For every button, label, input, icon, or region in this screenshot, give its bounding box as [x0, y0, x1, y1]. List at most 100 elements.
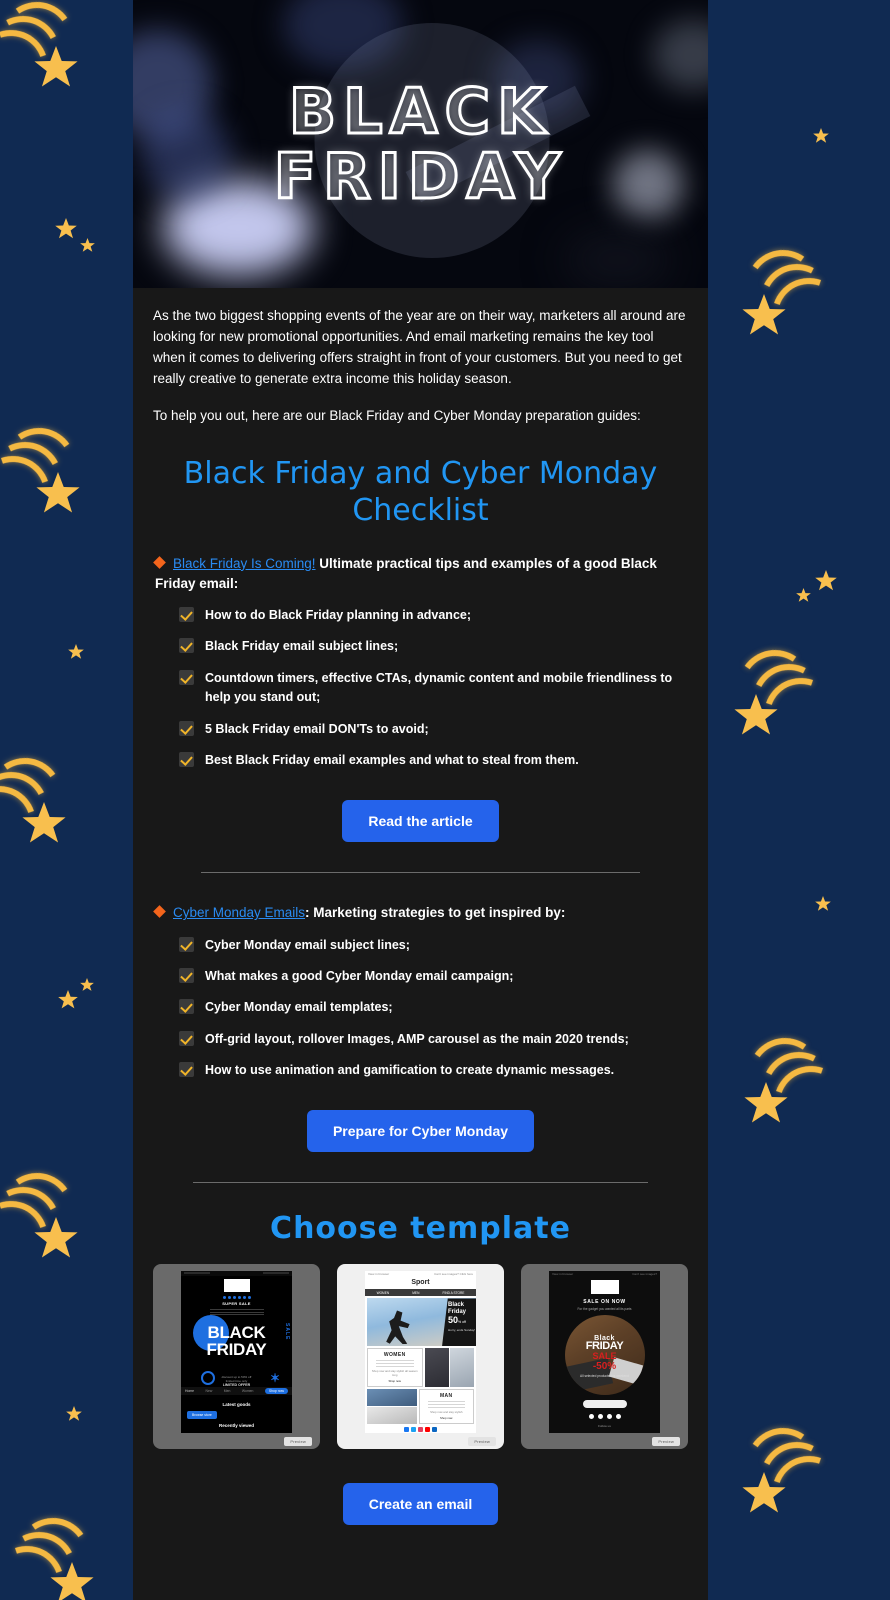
section-cyber-monday: Cyber Monday Emails: Marketing strategie… [153, 903, 688, 1153]
section-link[interactable]: Cyber Monday Emails [173, 905, 305, 920]
hero-title-line2: FRIDAY [272, 140, 568, 213]
cta-row: Create an email [153, 1483, 688, 1526]
template-card-black-friday-dark[interactable]: SUPER SALE SALE BLACK FRIDAY ✶ discount … [153, 1264, 320, 1450]
template-block-title: WOMEN [383, 1352, 406, 1359]
email-body: BLACK FRIDAY As the two biggest shopping… [133, 0, 708, 1600]
hero-title-line1: BLACK [287, 74, 553, 148]
template-badge-percent-suffix: % off [458, 1320, 466, 1325]
section-link[interactable]: Black Friday Is Coming! [173, 556, 316, 571]
template-sub: SUPER SALE [222, 1301, 251, 1307]
template-chip[interactable]: Preview [652, 1436, 680, 1446]
template-preview-image: View in browser Can't see images? SALE ON… [549, 1271, 660, 1434]
shooting-star-icon [0, 0, 82, 117]
star-icon [55, 218, 77, 239]
intro-text: As the two biggest shopping events of th… [153, 288, 688, 427]
star-icon [815, 570, 837, 591]
list-item: Black Friday email subject lines; [179, 637, 688, 656]
shooting-star-icon [738, 244, 859, 365]
shooting-star-icon [738, 1422, 859, 1543]
list-item-label: How to use animation and gamification to… [205, 1063, 615, 1078]
template-nav-item: FIND A STORE [442, 1290, 465, 1295]
list-item: Countdown timers, effective CTAs, dynami… [179, 669, 688, 708]
list-item-label: Black Friday email subject lines; [205, 639, 399, 654]
shooting-star-icon [740, 1032, 861, 1153]
shooting-star-icon [0, 1167, 82, 1288]
list-item: How to do Black Friday planning in advan… [179, 606, 688, 625]
shooting-star-icon [0, 422, 84, 543]
list-item-label: Cyber Monday email subject lines; [205, 937, 410, 952]
template-circle-line-3: SALE [592, 1351, 617, 1362]
cta-row: Prepare for Cyber Monday [153, 1110, 688, 1153]
template-sub: For the gadget you wanted all its parts [577, 1307, 632, 1312]
list-item: Best Black Friday email examples and wha… [179, 751, 688, 770]
divider [201, 872, 640, 874]
template-circle-percent: -50% [592, 1361, 617, 1373]
template-circle-note: All selected products this weekend [580, 1374, 629, 1379]
check-icon [179, 638, 194, 654]
template-badge-percent: 50 [448, 1315, 459, 1326]
section-heading: Cyber Monday Emails: Marketing strategie… [153, 903, 688, 923]
template-logo: Sport [411, 1279, 430, 1287]
template-preheader-right: Can't see images? Click here [434, 1272, 473, 1277]
template-nav-item: WOMEN [376, 1290, 390, 1295]
list-item-label: 5 Black Friday email DON'Ts to avoid; [205, 721, 429, 736]
template-gallery: SUPER SALE SALE BLACK FRIDAY ✶ discount … [153, 1264, 688, 1450]
list-item: Off-grid layout, rollover Images, AMP ca… [179, 1030, 688, 1049]
template-card-sport-light[interactable]: View in browser Can't see images? Click … [337, 1264, 504, 1450]
email-content: As the two biggest shopping events of th… [133, 288, 708, 1565]
template-chip[interactable]: Preview [468, 1436, 496, 1446]
list-item-label: What makes a good Cyber Monday email cam… [205, 968, 514, 983]
star-icon [815, 896, 831, 911]
list-item-label: Off-grid layout, rollover Images, AMP ca… [205, 1031, 629, 1046]
checklist: Cyber Monday email subject lines; What m… [153, 936, 688, 1081]
star-icon [58, 990, 78, 1009]
list-item-label: Cyber Monday email templates; [205, 1000, 393, 1015]
template-logo [590, 1280, 619, 1295]
template-nav-cta: Shop now [264, 1388, 288, 1395]
prepare-for-cyber-monday-button[interactable]: Prepare for Cyber Monday [306, 1110, 535, 1153]
star-icon [796, 588, 811, 602]
check-icon [179, 607, 194, 623]
template-block-cta: Shop now [388, 1379, 401, 1384]
checklist: How to do Black Friday planning in advan… [153, 606, 688, 770]
section-black-friday: Black Friday Is Coming! Ultimate practic… [153, 554, 688, 843]
template-button [582, 1400, 627, 1409]
list-item: Cyber Monday email templates; [179, 998, 688, 1017]
check-icon [179, 999, 194, 1015]
intro-paragraph-1: As the two biggest shopping events of th… [153, 308, 686, 386]
check-icon [179, 967, 194, 983]
template-logo [223, 1279, 250, 1293]
create-an-email-button[interactable]: Create an email [342, 1483, 499, 1526]
cta-row: Read the article [153, 800, 688, 843]
list-item: 5 Black Friday email DON'Ts to avoid; [179, 720, 688, 739]
diamond-bullet-icon [153, 905, 166, 919]
template-section-1-button: Browse store [187, 1411, 217, 1420]
list-item-label: Countdown timers, effective CTAs, dynami… [205, 670, 673, 705]
template-headline-2: FRIDAY [206, 1339, 267, 1359]
star-icon [813, 128, 829, 143]
star-icon [68, 644, 84, 659]
shooting-star-icon [0, 752, 70, 873]
template-carousel-dots [549, 1414, 660, 1420]
page-title: Black Friday and Cyber Monday Checklist [183, 455, 658, 529]
list-item: How to use animation and gamification to… [179, 1061, 688, 1080]
shooting-star-icon [0, 1512, 98, 1600]
star-icon [80, 238, 95, 252]
hero-title: BLACK FRIDAY [133, 0, 708, 288]
section-heading: Black Friday Is Coming! Ultimate practic… [153, 554, 688, 595]
star-icon [66, 1406, 82, 1421]
template-preheader-left: View in browser [368, 1272, 390, 1277]
check-icon [179, 720, 194, 736]
diamond-bullet-icon [153, 555, 166, 569]
read-the-article-button[interactable]: Read the article [342, 800, 499, 843]
template-chip[interactable]: Preview [284, 1436, 312, 1446]
template-badge-note: Hurry, ends Sunday! [448, 1328, 476, 1333]
divider [193, 1182, 648, 1184]
template-nav-brand: Home [185, 1389, 195, 1394]
list-item-label: How to do Black Friday planning in advan… [205, 608, 472, 623]
check-icon [179, 669, 194, 685]
template-card-sale-on-now-dark[interactable]: View in browser Can't see images? SALE ON… [521, 1264, 688, 1450]
check-icon [179, 1030, 194, 1046]
template-section-2: Recently viewed [218, 1423, 254, 1429]
intro-paragraph-2: To help you out, here are our Black Frid… [153, 407, 641, 423]
